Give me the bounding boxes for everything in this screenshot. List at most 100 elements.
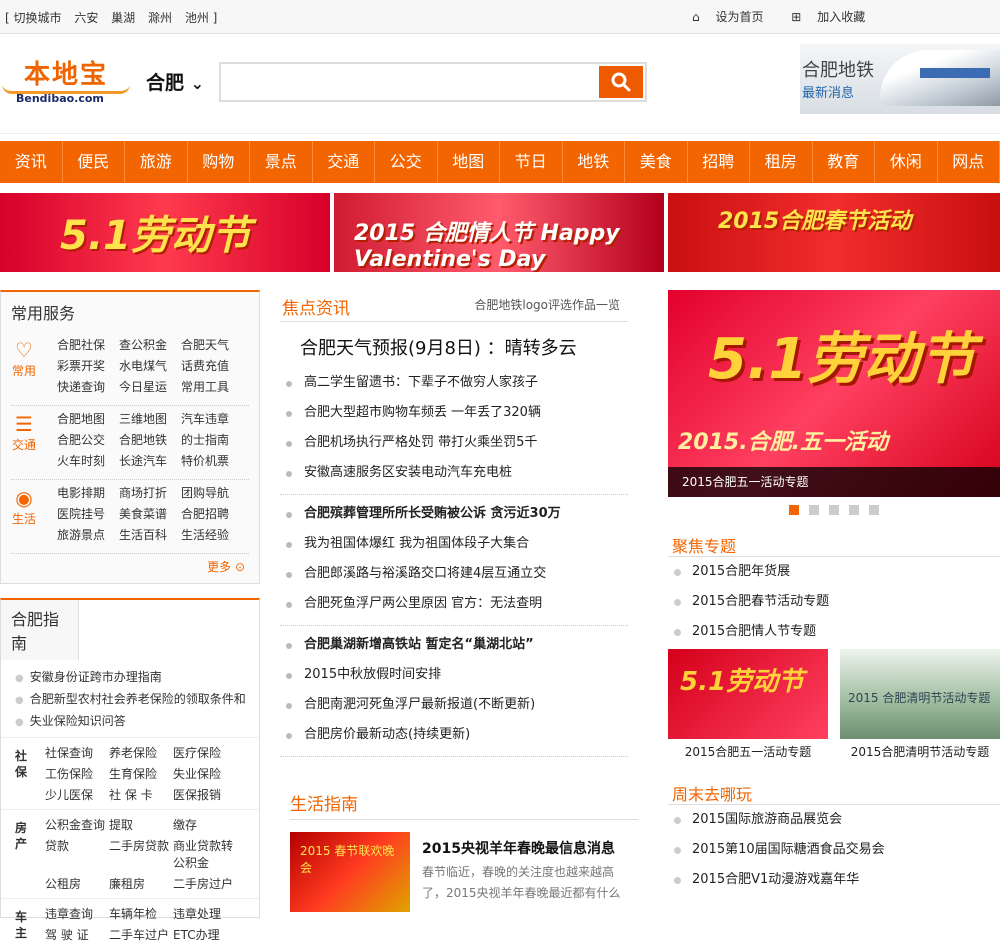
news-item[interactable]: 安徽高速服务区安装电动汽车充电桩 [280, 458, 628, 488]
topic-item[interactable]: 2015合肥年货展 [668, 557, 1000, 587]
guide-section-link[interactable]: 违章查询 [45, 905, 109, 922]
nav-item[interactable]: 租房 [750, 141, 813, 183]
guide-section-link[interactable]: 少儿医保 [45, 786, 109, 803]
nav-item[interactable]: 地铁 [563, 141, 626, 183]
guide-section-link[interactable]: 工伤保险 [45, 765, 109, 782]
service-link[interactable]: 水电煤气 [119, 357, 181, 374]
nav-item[interactable]: 休闲 [875, 141, 938, 183]
nav-item[interactable]: 公交 [375, 141, 438, 183]
guide-section-link[interactable]: 二手车过户 [109, 926, 173, 943]
service-link[interactable]: 团购导航 [181, 484, 251, 501]
city-link[interactable]: 巢湖 [111, 11, 135, 25]
news-item[interactable]: 合肥郎溪路与裕溪路交口将建4层互通立交 [280, 559, 628, 589]
service-link[interactable]: 长途汽车 [119, 452, 181, 469]
guide-section-link[interactable]: 提取 [109, 816, 173, 833]
guide-section-link[interactable]: 二手房贷款 [109, 837, 173, 871]
service-link[interactable]: 快递查询 [57, 378, 119, 395]
city-link[interactable]: 池州 ] [185, 11, 218, 25]
service-link[interactable]: 美食菜谱 [119, 505, 181, 522]
service-link[interactable]: 医院挂号 [57, 505, 119, 522]
gala-image[interactable]: 2015 春节联欢晚会 [290, 832, 410, 912]
news-item[interactable]: 合肥大型超市购物车频丢 一年丢了320辆 [280, 398, 628, 428]
news-item[interactable]: 合肥房价最新动态(持续更新) [280, 720, 628, 750]
news-item[interactable]: 合肥机场执行严格处罚 带打火乘坐罚5千 [280, 428, 628, 458]
news-item[interactable]: 合肥殡葬管理所所长受贿被公诉 贪污近30万 [280, 499, 628, 529]
guide-section-link[interactable]: 社保查询 [45, 744, 109, 761]
metro-ad[interactable]: 合肥地铁 最新消息 [800, 44, 1000, 114]
service-link[interactable]: 旅游景点 [57, 526, 119, 543]
topic-item[interactable]: 2015合肥春节活动专题 [668, 587, 1000, 617]
nav-item[interactable]: 教育 [813, 141, 876, 183]
banner-spring-festival[interactable]: 2015合肥春节活动 [668, 193, 1000, 272]
service-link[interactable]: 合肥地铁 [119, 431, 181, 448]
banner-valentine[interactable]: 2015 合肥情人节 Happy Valentine's Day [334, 193, 664, 272]
thumb-caption[interactable]: 2015合肥五一活动专题 [668, 743, 828, 760]
guide-section-link[interactable]: 廉租房 [109, 875, 173, 892]
service-link[interactable]: 话费充值 [181, 357, 251, 374]
news-item[interactable]: 2015中秋放假时间安排 [280, 660, 628, 690]
slide-dot[interactable] [869, 505, 879, 515]
nav-item[interactable]: 美食 [625, 141, 688, 183]
nav-item[interactable]: 交通 [313, 141, 376, 183]
nav-item[interactable]: 网点 [938, 141, 1000, 183]
guide-section-link[interactable]: 医保报销 [173, 786, 243, 803]
service-link[interactable]: 今日星运 [119, 378, 181, 395]
thumb-caption[interactable]: 2015合肥清明节活动专题 [840, 743, 1000, 760]
nav-item[interactable]: 便民 [63, 141, 126, 183]
add-favorite-link[interactable]: ⊞ 加入收藏 [779, 10, 865, 24]
service-link[interactable]: 汽车违章 [181, 410, 251, 427]
banner-labor-day[interactable]: 5.1劳动节 [0, 193, 330, 272]
nav-item[interactable]: 景点 [250, 141, 313, 183]
service-link[interactable]: 合肥公交 [57, 431, 119, 448]
service-link[interactable]: 合肥天气 [181, 336, 251, 353]
guide-section-link[interactable]: 公积金查询 [45, 816, 109, 833]
slide-dot[interactable] [789, 505, 799, 515]
nav-item[interactable]: 地图 [438, 141, 501, 183]
topic-item[interactable]: 2015合肥情人节专题 [668, 617, 1000, 647]
guide-section-link[interactable]: 二手房过户 [173, 875, 243, 892]
service-link[interactable]: 常用工具 [181, 378, 251, 395]
site-logo[interactable]: 本地宝 Bendibao.com [2, 54, 132, 124]
search-button[interactable] [599, 66, 643, 98]
guide-section-link[interactable]: 公租房 [45, 875, 109, 892]
guide-section-link[interactable]: 驾 驶 证 [45, 926, 109, 943]
guide-link[interactable]: 安徽身份证跨市办理指南 [15, 667, 259, 689]
news-item[interactable]: 合肥死鱼浮尸两公里原因 官方：无法查明 [280, 589, 628, 619]
service-link[interactable]: 合肥社保 [57, 336, 119, 353]
guide-section-link[interactable]: 养老保险 [109, 744, 173, 761]
guide-section-link[interactable]: 贷款 [45, 837, 109, 871]
news-item[interactable]: 高二学生留遗书：下辈子不做穷人家孩子 [280, 368, 628, 398]
guide-section-link[interactable]: 商业贷款转公积金 [173, 837, 243, 871]
service-link[interactable]: 合肥地图 [57, 410, 119, 427]
guide-section-link[interactable]: 车辆年检 [109, 905, 173, 922]
headline[interactable]: 合肥天气预报(9月8日) ：晴转多云 [280, 322, 628, 364]
slide-dot[interactable] [809, 505, 819, 515]
service-link[interactable]: 火车时刻 [57, 452, 119, 469]
city-link[interactable]: 六安 [74, 11, 98, 25]
service-link[interactable]: 生活百科 [119, 526, 181, 543]
service-link[interactable]: 合肥招聘 [181, 505, 251, 522]
service-link[interactable]: 彩票开奖 [57, 357, 119, 374]
slideshow[interactable]: 5.1劳动节 2015.合肥.五一活动 2015合肥五一活动专题 [668, 290, 1000, 497]
service-link[interactable]: 生活经验 [181, 526, 251, 543]
thumb-qingming[interactable]: 2015 合肥清明节活动专题 [840, 649, 1000, 739]
nav-item[interactable]: 资讯 [0, 141, 63, 183]
search-input[interactable] [221, 64, 591, 100]
nav-item[interactable]: 购物 [188, 141, 251, 183]
weekend-item[interactable]: 2015国际旅游商品展览会 [668, 805, 1000, 835]
slide-dot[interactable] [829, 505, 839, 515]
service-link[interactable]: 商场打折 [119, 484, 181, 501]
city-link[interactable]: 滁州 [148, 11, 172, 25]
news-item[interactable]: 合肥巢湖新增高铁站 暂定名“巢湖北站” [280, 630, 628, 660]
service-link[interactable]: 电影排期 [57, 484, 119, 501]
set-home-link[interactable]: ⌂ 设为首页 [680, 10, 763, 24]
guide-section-link[interactable]: 缴存 [173, 816, 243, 833]
guide-section-link[interactable]: 违章处理 [173, 905, 243, 922]
metro-logo-link[interactable]: 合肥地铁logo评选作品一览 [474, 296, 620, 313]
guide-section-link[interactable]: 社 保 卡 [109, 786, 173, 803]
news-item[interactable]: 合肥南淝河死鱼浮尸最新报道(不断更新) [280, 690, 628, 720]
guide-link[interactable]: 合肥新型农村社会养老保险的领取条件和 [15, 689, 259, 711]
city-selector[interactable]: 合肥 ⌄ [146, 68, 204, 95]
news-item[interactable]: 我为祖国体爆红 我为祖国体段子大集合 [280, 529, 628, 559]
slide-dot[interactable] [849, 505, 859, 515]
